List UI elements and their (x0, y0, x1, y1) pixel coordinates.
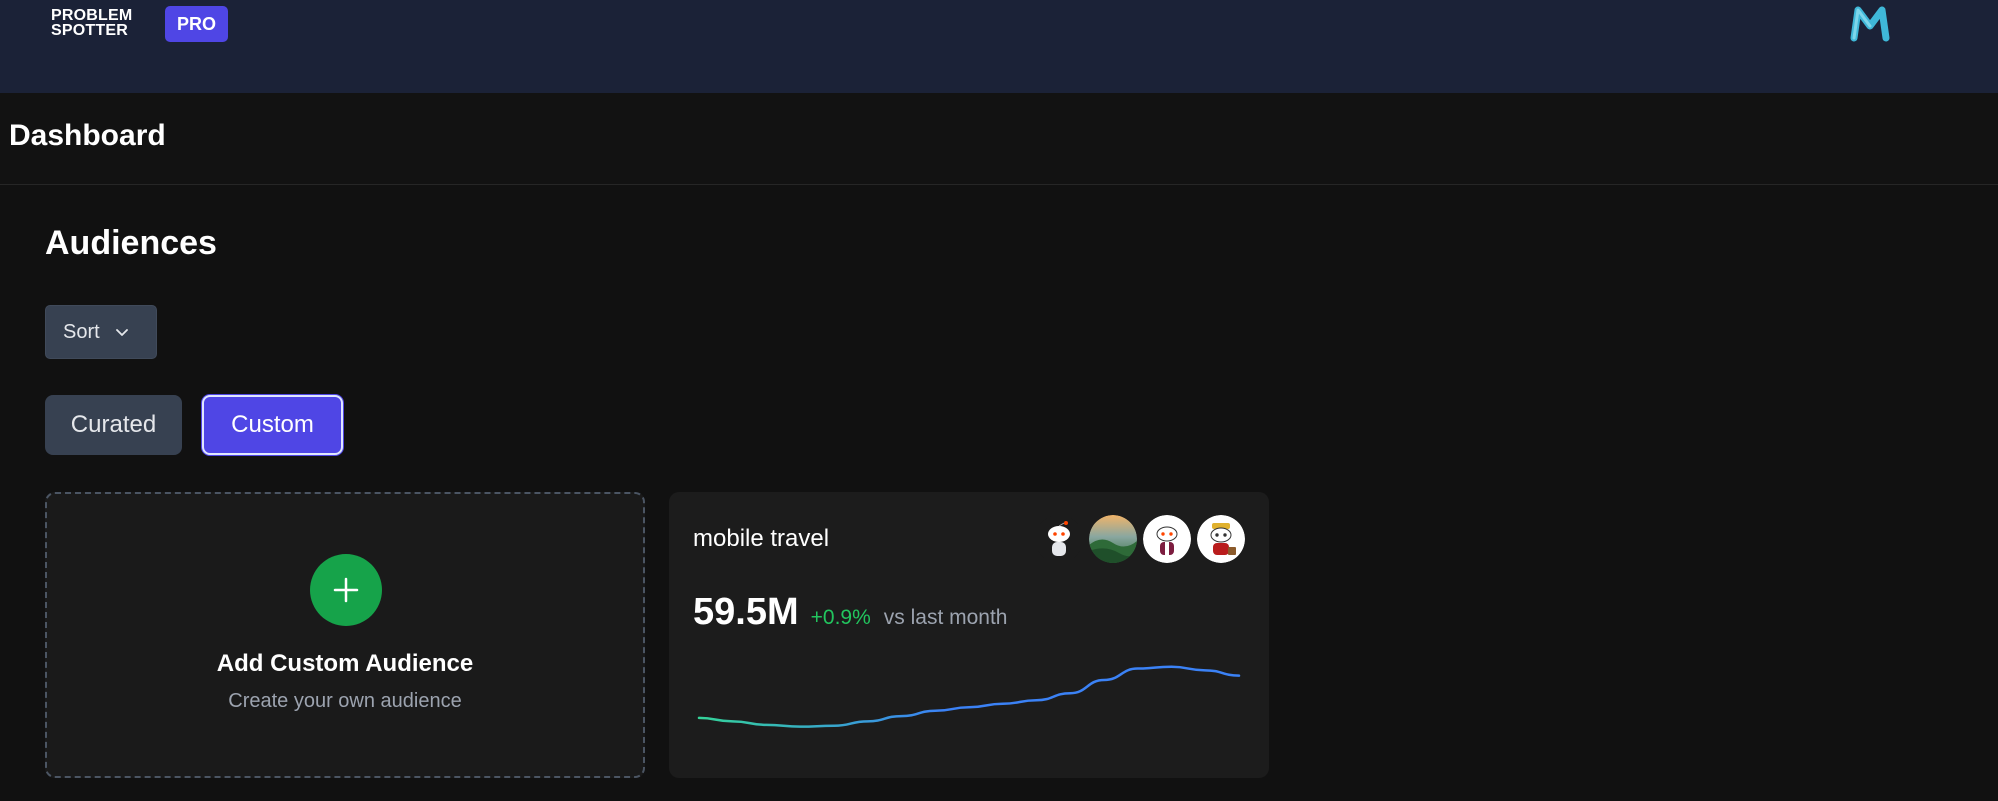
snoo-avatar-icon (1143, 515, 1191, 563)
app-logo[interactable]: PROBLEM SPOTTER (51, 7, 133, 39)
m-logo-icon[interactable] (1848, 2, 1892, 46)
trend-line (697, 665, 1241, 728)
page-title: Dashboard (9, 119, 166, 152)
plus-icon (333, 577, 359, 603)
snoo-avatar-icon (1197, 515, 1245, 563)
audiences-heading: Audiences (45, 224, 217, 262)
audience-size: 59.5M (693, 591, 799, 633)
trend-sparkline (697, 665, 1241, 728)
page-header: Dashboard (0, 93, 1998, 185)
pro-badge: PRO (165, 6, 228, 42)
subreddit-avatars (1035, 515, 1245, 563)
add-audience-title: Add Custom Audience (216, 650, 474, 677)
landscape-avatar (1089, 515, 1137, 563)
top-navbar: PROBLEM SPOTTER PRO (0, 0, 1998, 94)
growth-percent: +0.9% (810, 606, 871, 629)
audience-name: mobile travel (693, 525, 830, 552)
add-audience-subtitle: Create your own audience (228, 690, 462, 712)
tab-custom[interactable]: Custom (202, 395, 343, 455)
sort-label: Sort (63, 320, 100, 343)
growth-label: vs last month (883, 606, 1008, 629)
add-audience-button[interactable] (310, 554, 382, 626)
logo-line-1: PROBLEM (51, 7, 133, 24)
snoo-avatar-icon (1035, 515, 1083, 563)
sort-dropdown[interactable]: Sort (45, 305, 157, 359)
logo-line-2: SPOTTER (51, 22, 128, 39)
tab-curated[interactable]: Curated (45, 395, 182, 455)
add-custom-audience-card[interactable]: Add Custom Audience Create your own audi… (45, 492, 645, 778)
audience-card[interactable]: mobile travel 59.5M +0.9% vs last month (669, 492, 1269, 778)
chevron-down-icon (115, 329, 128, 336)
audience-metric: 59.5M +0.9% vs last month (693, 591, 1007, 634)
